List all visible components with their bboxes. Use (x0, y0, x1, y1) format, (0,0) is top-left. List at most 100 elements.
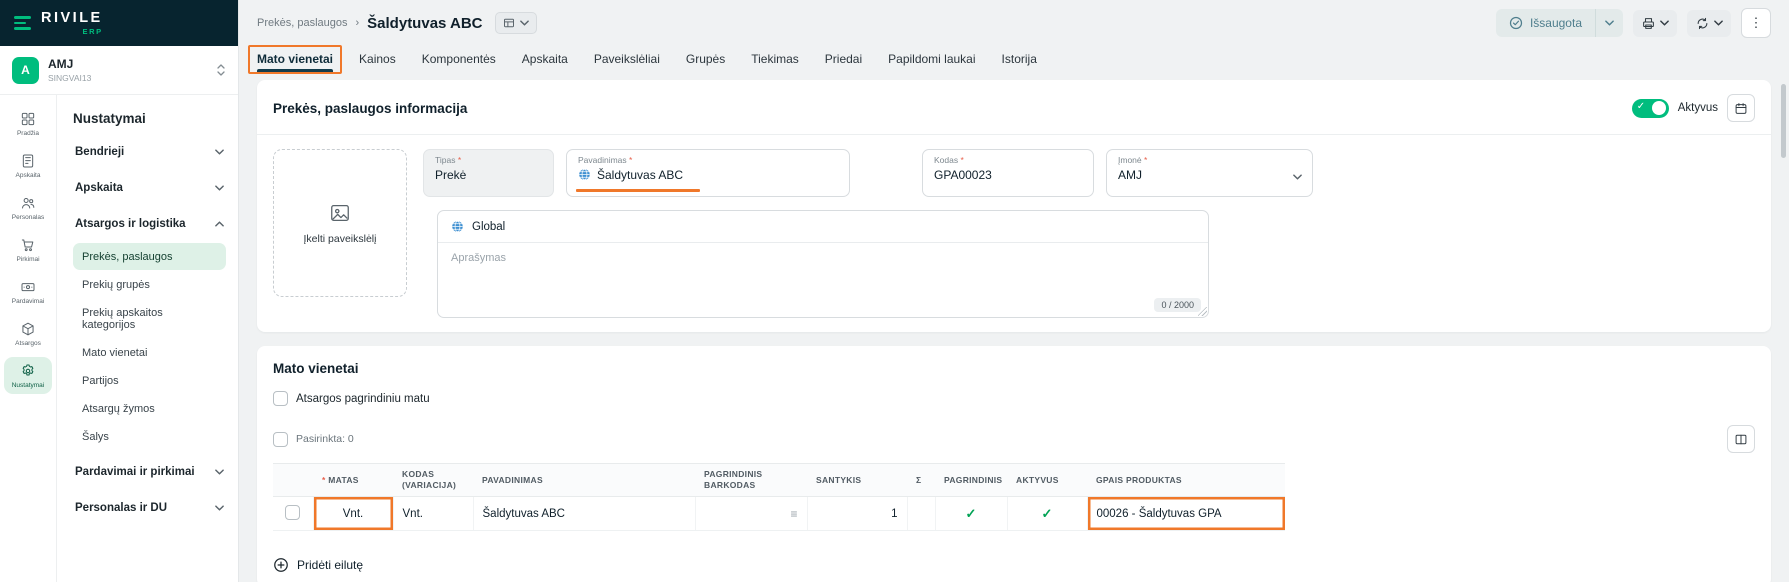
sidebar-item-prekes-paslaugos[interactable]: Prekės, paslaugos (73, 243, 226, 270)
saved-split-button[interactable]: Išsaugota (1496, 9, 1623, 37)
image-upload-dropzone[interactable]: Įkelti paveikslėlį (273, 149, 407, 297)
main-area: Prekės, paslaugos › Šaldytuvas ABC Išsau… (239, 0, 1789, 582)
language-tab-label: Global (472, 221, 505, 233)
tab-paveiksleliai[interactable]: Paveikslėliai (594, 46, 660, 72)
kodas-field[interactable]: Kodas * GPA00023 (922, 149, 1094, 197)
hamburger-menu-icon[interactable] (14, 16, 31, 29)
rail-item-pardavimai[interactable]: Pardavimai (4, 273, 52, 310)
tab-mato-vienetai[interactable]: Mato vienetai (257, 46, 333, 72)
main-unit-row: Atsargos pagrindiniu matu (273, 391, 1755, 406)
language-tab-global[interactable]: Global (438, 211, 1208, 243)
sidebar-item-partijos[interactable]: Partijos (73, 367, 226, 394)
cell-santykis[interactable]: 1 (807, 497, 907, 531)
people-icon (20, 195, 36, 211)
rail-item-pradzia[interactable]: Pradžia (4, 105, 52, 142)
print-button[interactable] (1633, 10, 1677, 37)
gpais-value: 00026 - Šaldytuvas GPA (1097, 508, 1222, 520)
check-icon: ✓ (1042, 506, 1053, 521)
more-actions-button[interactable]: ⋮ (1741, 8, 1771, 38)
selected-count: Pasirinkta: 0 (296, 433, 354, 445)
col-header-matas: * Matas (313, 464, 393, 497)
row-checkbox[interactable] (285, 505, 300, 520)
sidebar-item-prekiu-apskaitos-kategorijos[interactable]: Prekių apskaitos kategorijos (73, 299, 226, 338)
tab-label: Komponentės (422, 52, 496, 66)
fields-area: Tipas * Prekė Pavadinimas * Šaldytuvas A… (423, 149, 1313, 318)
kebab-icon: ⋮ (1750, 15, 1763, 31)
user-switcher[interactable]: A AMJ SINGVAI13 (0, 46, 238, 95)
add-row-button[interactable]: Pridėti eilutę (273, 557, 363, 573)
column-settings-button[interactable] (1727, 425, 1755, 453)
rail-item-apskaita[interactable]: Apskaita (4, 147, 52, 184)
page-title: Šaldytuvas ABC (367, 15, 482, 32)
tab-bar: Mato vienetai Kainos Komponentės Apskait… (239, 46, 1789, 72)
saved-button[interactable]: Išsaugota (1496, 9, 1595, 37)
imone-field[interactable]: Įmonė * AMJ (1106, 149, 1313, 197)
tab-tiekimas[interactable]: Tiekimas (751, 46, 799, 72)
col-header-sum: Σ (907, 464, 935, 497)
cell-pagrindinis[interactable]: ✓ (935, 497, 1007, 531)
col-header-kodas: Kodas (variacija) (393, 464, 473, 497)
tab-apskaita[interactable]: Apskaita (522, 46, 568, 72)
view-switcher-button[interactable] (495, 12, 537, 34)
chevron-down-icon (1293, 174, 1302, 180)
menu-group-bendrieji[interactable]: Bendrieji (73, 134, 226, 170)
select-all-checkbox[interactable] (273, 432, 288, 447)
sidebar-item-salys[interactable]: Šalys (73, 423, 226, 450)
menu-group-apskaita[interactable]: Apskaita (73, 170, 226, 206)
tab-papildomi-laukai[interactable]: Papildomi laukai (888, 46, 975, 72)
rail-item-nustatymai[interactable]: Nustatymai (4, 357, 52, 394)
check-icon: ✓ (966, 506, 977, 521)
chevron-down-icon (520, 20, 529, 26)
table-row: Vnt. Vnt. Šaldytuvas ABC ≡ 1 ✓ ✓ 00026 -… (273, 497, 1285, 531)
rail-item-personalas[interactable]: Personalas (4, 189, 52, 226)
switch-company-icon (216, 63, 226, 77)
field-label: Kodas * (934, 155, 1082, 165)
pavadinimas-field[interactable]: Pavadinimas * Šaldytuvas ABC (566, 149, 850, 197)
cell-kodas[interactable]: Vnt. (393, 497, 473, 531)
col-header-label: Aktyvus (1016, 475, 1059, 485)
dropdown-caret[interactable] (1293, 167, 1302, 185)
tab-grupes[interactable]: Grupės (686, 46, 725, 72)
menu-group-atsargos-ir-logistika[interactable]: Atsargos ir logistika (73, 206, 226, 242)
cell-barkodas[interactable]: ≡ (695, 497, 807, 531)
tab-kainos[interactable]: Kainos (359, 46, 396, 72)
tab-label: Tiekimas (751, 52, 799, 66)
toggle-check-icon: ✓ (1637, 101, 1645, 112)
sidebar-item-mato-vienetai[interactable]: Mato vienetai (73, 339, 226, 366)
chevron-down-icon (215, 469, 224, 475)
resize-handle[interactable] (1198, 307, 1207, 316)
cell-aktyvus[interactable]: ✓ (1007, 497, 1087, 531)
tab-istorija[interactable]: Istorija (1002, 46, 1037, 72)
tab-label: Papildomi laukai (888, 52, 975, 66)
description-textarea[interactable]: Aprašymas (438, 243, 1208, 317)
menu-group-pardavimai-ir-pirkimai[interactable]: Pardavimai ir pirkimai (73, 454, 226, 490)
saved-dropdown-caret[interactable] (1595, 9, 1623, 37)
active-toggle-label: Aktyvus (1678, 102, 1718, 114)
breadcrumb-parent[interactable]: Prekės, paslaugos (257, 17, 348, 29)
tab-komponentes[interactable]: Komponentės (422, 46, 496, 72)
col-header-aktyvus: Aktyvus (1007, 464, 1087, 497)
check-circle-icon (1509, 16, 1523, 30)
rail-item-atsargos[interactable]: Atsargos (4, 315, 52, 352)
menu-group-personalas-ir-du[interactable]: Personalas ir DU (73, 490, 226, 526)
export-button[interactable] (1687, 10, 1731, 37)
logo-bar: RIVILE ERP (0, 0, 238, 46)
main-unit-checkbox[interactable] (273, 391, 288, 406)
cell-gpais[interactable]: 00026 - Šaldytuvas GPA (1087, 497, 1285, 531)
tab-priedai[interactable]: Priedai (825, 46, 862, 72)
table-header-row: * Matas Kodas (variacija) Pavadinimas Pa… (273, 464, 1285, 497)
sidebar-item-atsargu-zymos[interactable]: Atsargų žymos (73, 395, 226, 422)
topbar-actions: Išsaugota ⋮ (1496, 8, 1771, 38)
sidebar-item-prekiu-grupes[interactable]: Prekių grupės (73, 271, 226, 298)
cell-pavadinimas[interactable]: Šaldytuvas ABC (473, 497, 695, 531)
rail-item-pirkimai[interactable]: Pirkimai (4, 231, 52, 268)
active-toggle[interactable]: ✓ (1632, 99, 1669, 118)
topbar: Prekės, paslaugos › Šaldytuvas ABC Išsau… (239, 0, 1789, 46)
field-label: Įmonė * (1118, 155, 1301, 165)
rail-item-label: Pardavimai (12, 298, 45, 305)
cell-matas[interactable]: Vnt. (313, 497, 393, 531)
description-placeholder: Aprašymas (451, 252, 506, 264)
scrollbar-thumb[interactable] (1781, 84, 1786, 158)
validity-calendar-button[interactable] (1727, 94, 1755, 122)
user-name: AMJ (48, 57, 91, 71)
